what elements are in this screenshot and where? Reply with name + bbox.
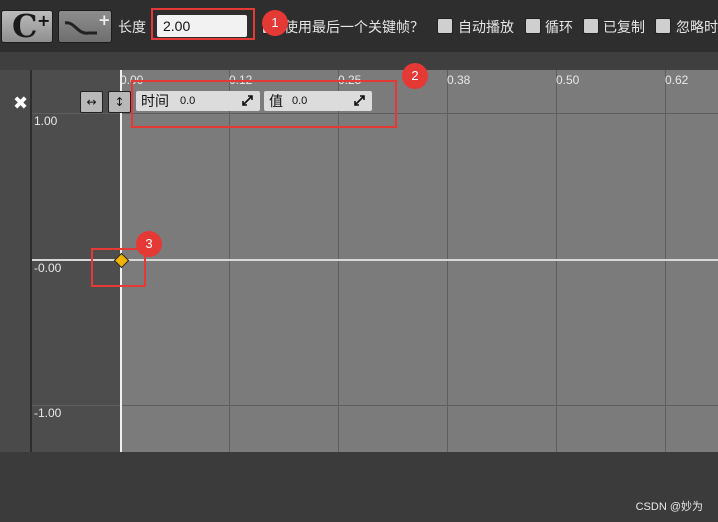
- x-tick-label: 0.62: [665, 73, 689, 87]
- loop-label: 循环: [545, 20, 573, 36]
- fit-horizontal-button[interactable]: ↔: [80, 91, 103, 113]
- annotation-box-2: [131, 80, 397, 128]
- divider-strip: [0, 52, 718, 70]
- track-header-column: [0, 70, 30, 452]
- fit-horizontal-icon: ↔: [86, 95, 97, 109]
- plus-icon: +: [98, 11, 111, 29]
- annotation-box-1: [151, 8, 255, 40]
- fit-vertical-icon: ↕: [114, 95, 125, 109]
- add-curve-c-icon: C: [12, 7, 38, 45]
- y-tick-label: -1.00: [34, 406, 62, 420]
- timeline-toolbar: C + + 长度 使用最后一个关键帧？ 自动播放 循环 已复制 忽略时: [0, 0, 718, 52]
- grid-line: [447, 70, 448, 452]
- x-tick-label: 0.50: [556, 73, 580, 87]
- use-last-keyframe-label: 使用最后一个关键帧？: [284, 20, 424, 36]
- grid-line: [665, 70, 666, 452]
- y-tick-label: -0.00: [34, 261, 62, 275]
- replicated-checkbox[interactable]: [583, 18, 599, 34]
- annotation-marker-3: 3: [136, 231, 162, 257]
- y-tick-label: 1.00: [34, 114, 58, 128]
- fit-vertical-button[interactable]: ↕: [108, 91, 131, 113]
- ignore-time-dilation-label: 忽略时: [676, 20, 718, 36]
- watermark: CSDN @妙为: [635, 501, 703, 513]
- add-curve-button[interactable]: +: [58, 10, 112, 43]
- annotation-box-3: [91, 248, 146, 287]
- x-tick-label: 0.38: [447, 73, 471, 87]
- grid-line: [32, 405, 718, 406]
- add-float-track-button[interactable]: C +: [1, 7, 53, 45]
- ignore-time-dilation-checkbox[interactable]: [655, 18, 671, 34]
- add-curve-icon: [64, 21, 97, 35]
- loop-checkbox[interactable]: [525, 18, 541, 34]
- grid-line: [556, 70, 557, 452]
- autoplay-label: 自动播放: [458, 20, 514, 36]
- annotation-marker-2: 2: [402, 63, 428, 89]
- replicated-label: 已复制: [603, 20, 645, 36]
- bottom-panel: [0, 452, 718, 522]
- length-label: 长度: [118, 20, 146, 36]
- annotation-marker-1: 1: [262, 10, 288, 36]
- close-icon[interactable]: ✖: [13, 95, 28, 113]
- autoplay-checkbox[interactable]: [437, 18, 453, 34]
- plus-icon: +: [37, 11, 51, 30]
